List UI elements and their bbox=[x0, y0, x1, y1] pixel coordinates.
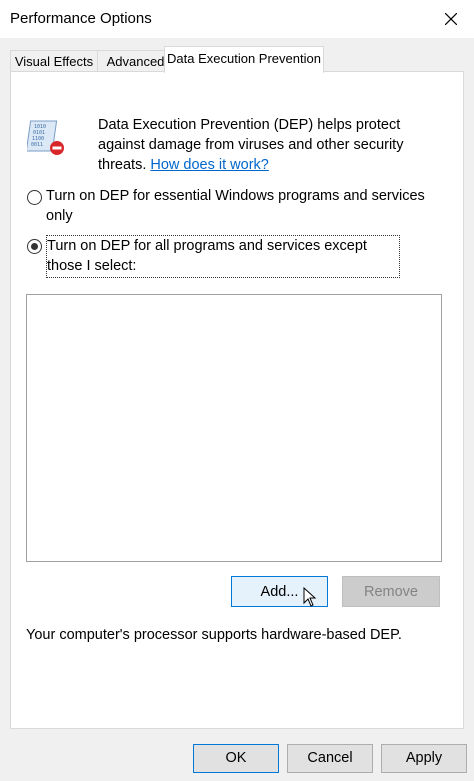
option-all-except-selected[interactable]: Turn on DEP for all programs and service… bbox=[27, 235, 447, 278]
mouse-pointer-icon bbox=[303, 587, 317, 607]
radio-selected-dot bbox=[31, 243, 38, 250]
tab-advanced[interactable]: Advanced bbox=[97, 50, 174, 72]
ok-button[interactable]: OK bbox=[193, 744, 279, 773]
tab-visual-effects[interactable]: Visual Effects bbox=[10, 50, 98, 72]
excluded-programs-list[interactable] bbox=[26, 294, 442, 562]
svg-text:0011: 0011 bbox=[31, 142, 43, 148]
close-button[interactable] bbox=[428, 0, 474, 38]
radio-essential-only[interactable] bbox=[27, 190, 42, 205]
dep-description: Data Execution Prevention (DEP) helps pr… bbox=[98, 115, 438, 175]
window-title: Performance Options bbox=[10, 10, 152, 27]
close-icon bbox=[445, 13, 457, 25]
dep-shield-icon: 1010010111000011 bbox=[27, 120, 64, 155]
title-bar: Performance Options bbox=[0, 0, 474, 38]
dep-panel: 1010 0101 1100 0011 Data Execution Preventi… bbox=[10, 71, 464, 729]
radio-all-except-selected[interactable] bbox=[27, 239, 42, 254]
option-all-except-selected-label[interactable]: Turn on DEP for all programs and service… bbox=[46, 235, 400, 278]
how-does-it-work-link[interactable]: How does it work? bbox=[150, 157, 268, 173]
tab-data-execution-prevention[interactable]: Data Execution Prevention bbox=[164, 46, 324, 73]
option-essential-only-label[interactable]: Turn on DEP for essential Windows progra… bbox=[46, 186, 446, 226]
apply-button[interactable]: Apply bbox=[381, 744, 467, 773]
remove-button[interactable]: Remove bbox=[342, 576, 440, 607]
hardware-support-text: Your computer's processor supports hardw… bbox=[26, 627, 402, 643]
cancel-button[interactable]: Cancel bbox=[287, 744, 373, 773]
option-essential-only[interactable]: Turn on DEP for essential Windows progra… bbox=[27, 186, 447, 228]
